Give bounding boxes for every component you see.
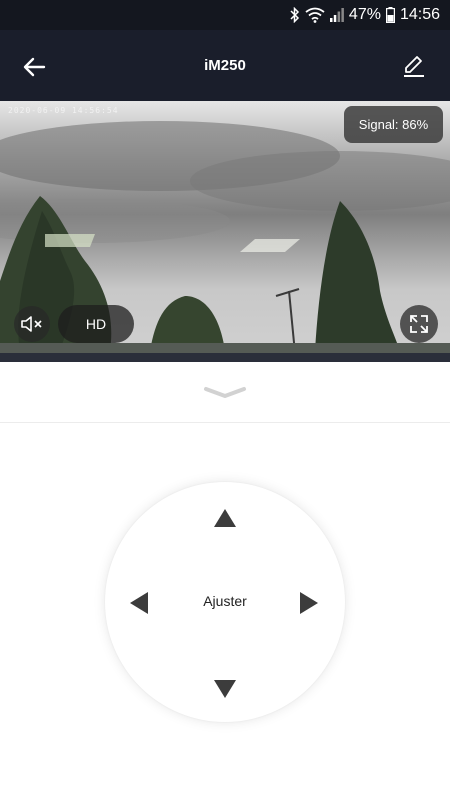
wifi-icon xyxy=(305,7,325,23)
status-bar: 47% 14:56 xyxy=(0,0,450,30)
ptz-control-pad: Ajuster xyxy=(105,482,345,722)
bluetooth-icon xyxy=(290,7,300,23)
collapse-area xyxy=(0,362,450,423)
edit-button[interactable] xyxy=(400,52,428,80)
osd-timestamp: 2020-06-09 14:56:54 xyxy=(8,106,119,115)
page-title: iM250 xyxy=(204,57,246,74)
battery-icon xyxy=(385,7,395,23)
app-bar: iM250 xyxy=(0,30,450,101)
battery-percent: 47% xyxy=(348,6,381,23)
fullscreen-button[interactable] xyxy=(400,305,438,343)
triangle-down-icon[interactable] xyxy=(213,679,237,699)
signal-icon xyxy=(329,7,344,23)
ptz-adjust-button[interactable]: Ajuster xyxy=(105,593,345,609)
speaker-muted-icon xyxy=(21,316,42,332)
video-feed[interactable]: 2020-06-09 14:56:54 Signal: 86% HD xyxy=(0,101,450,353)
pencil-icon xyxy=(404,56,424,77)
triangle-up-icon[interactable] xyxy=(213,508,237,528)
quality-toggle[interactable]: HD xyxy=(58,305,134,343)
signal-badge: Signal: 86% xyxy=(344,106,443,143)
chevron-down-icon xyxy=(204,387,246,398)
video-bottom-bar xyxy=(0,353,450,362)
clock: 14:56 xyxy=(399,6,440,23)
expand-icon xyxy=(410,315,428,333)
collapse-button[interactable] xyxy=(202,384,248,400)
mute-button[interactable] xyxy=(14,306,50,342)
